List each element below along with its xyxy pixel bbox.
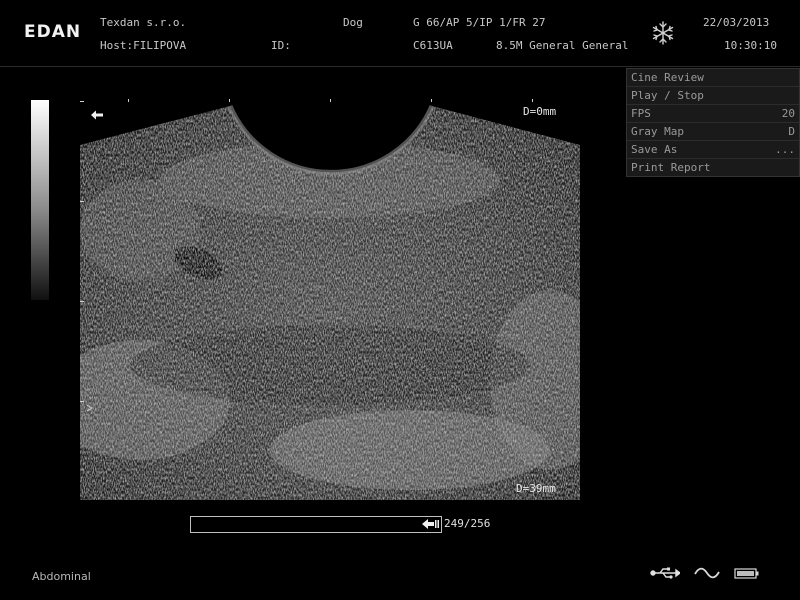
- exam-time: 10:30:10: [724, 39, 777, 52]
- lateral-tick: [431, 99, 432, 102]
- menu-item-label: Cine Review: [631, 71, 704, 84]
- ultrasound-image[interactable]: [80, 100, 580, 500]
- depth-tick: [80, 301, 84, 302]
- menu-item-save-as[interactable]: Save As ...: [627, 141, 799, 159]
- menu-item-play-stop[interactable]: Play / Stop: [627, 87, 799, 105]
- snowflake-icon: [650, 20, 676, 46]
- header-divider: [0, 66, 800, 67]
- hospital-name: Texdan s.r.o.: [100, 16, 187, 29]
- status-icons: [650, 566, 760, 583]
- exam-date: 22/03/2013: [703, 16, 770, 29]
- lateral-tick: [330, 99, 331, 102]
- exam-mode-label: Abdominal: [32, 570, 91, 583]
- depth-tick: [80, 101, 84, 102]
- cine-progress-bar[interactable]: [190, 516, 442, 533]
- menu-item-fps[interactable]: FPS 20: [627, 105, 799, 123]
- grayscale-bar: [31, 100, 49, 300]
- imaging-params: G 66/AP 5/IP 1/FR 27: [413, 16, 546, 29]
- focus-marker-icon[interactable]: [86, 402, 94, 412]
- usb-icon: [650, 566, 682, 583]
- lateral-tick: [128, 99, 129, 102]
- orientation-arrow-icon: [90, 109, 104, 121]
- ac-power-icon: [694, 566, 720, 583]
- menu-item-label: Gray Map: [631, 125, 684, 138]
- menu-item-label: FPS: [631, 107, 651, 120]
- menu-item-print-report[interactable]: Print Report: [627, 159, 799, 176]
- menu-item-value: ...: [775, 143, 795, 156]
- menu-item-gray-map[interactable]: Gray Map D: [627, 123, 799, 141]
- menu-item-value: D: [788, 125, 795, 138]
- depth-top-label: D=0mm: [523, 105, 557, 118]
- menu-item-label: Print Report: [631, 161, 711, 174]
- battery-icon: [734, 566, 760, 583]
- depth-tick: [80, 401, 84, 402]
- menu-item-label: Save As: [631, 143, 678, 156]
- depth-bottom-label: D=39mm: [516, 482, 556, 495]
- cine-menu: Cine Review Play / Stop FPS 20 Gray Map …: [626, 68, 800, 177]
- probe-model: C613UA: [413, 39, 453, 52]
- patient-id-label: ID:: [271, 39, 291, 52]
- lateral-tick: [229, 99, 230, 102]
- depth-tick: [80, 201, 84, 202]
- lateral-tick: [532, 99, 533, 102]
- cine-frame-counter: 249/256: [444, 517, 491, 530]
- brand-logo: EDAN: [24, 22, 82, 42]
- menu-item-label: Play / Stop: [631, 89, 704, 102]
- menu-item-cine-review[interactable]: Cine Review: [627, 69, 799, 87]
- patient-type: Dog: [343, 16, 363, 29]
- probe-frequency-mode: 8.5M General General: [496, 39, 629, 52]
- cine-position-arrow-icon[interactable]: [421, 518, 439, 530]
- menu-item-value: 20: [781, 107, 795, 120]
- operator-name: Host:FILIPOVA: [100, 39, 187, 52]
